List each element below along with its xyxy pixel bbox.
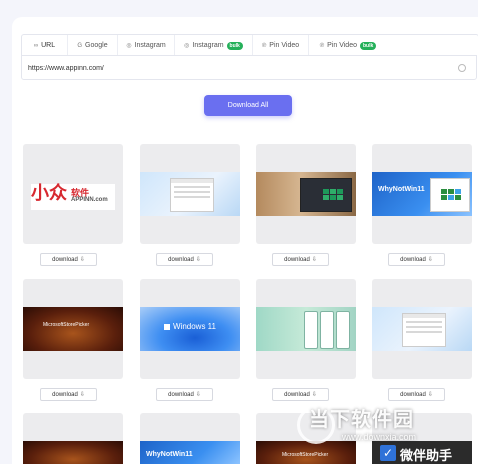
download-button[interactable]: download ⇩ [272,253,329,266]
thumbnail [256,307,356,351]
tab-label: Pin Video [269,42,300,49]
download-button[interactable]: download ⇩ [40,253,97,266]
cloud-download-icon: ⇩ [195,257,201,263]
thumbnail [256,172,356,216]
link-icon: ∞ [33,42,39,49]
thumbnail: MicrosoftStorePicker [256,441,356,464]
instagram-icon: ◎ [126,43,132,49]
appinn-logo-mark: 小众 [31,183,67,204]
download-button[interactable]: download ⇩ [388,253,445,266]
thumbnail: MicrosoftStorePicker [23,307,123,351]
pinterest-icon: ℗ [261,42,267,49]
image-card[interactable] [372,279,472,379]
tab-instagram[interactable]: ◎ Instagram [118,35,175,56]
image-card[interactable] [256,144,356,244]
cloud-download-icon: ⇩ [427,392,433,398]
app-window [300,178,352,212]
cloud-download-icon: ⇩ [79,257,85,263]
tab-label: URL [41,42,56,49]
thumbnail-title: MicrosoftStorePicker [43,322,90,328]
download-button[interactable]: download ⇩ [156,388,213,401]
thumbnail [372,307,472,351]
bulk-badge: bulk [226,41,243,50]
thumbnail: WhyNotWin11 [140,441,240,464]
download-button[interactable]: download ⇩ [156,253,213,266]
download-label: download [168,391,194,398]
image-card[interactable] [23,413,123,464]
download-all-button[interactable]: Download All [204,95,292,116]
appinn-logo-en: APPINN.com [71,197,108,203]
thumbnail: ✓ 微伴助手 [372,441,472,464]
image-card[interactable]: WhyNotWin11 [372,144,472,244]
download-label: download [400,256,426,263]
windows-logo-icon [164,324,170,330]
instagram-icon: ◎ [184,43,190,49]
cloud-download-icon: ⇩ [427,257,433,263]
source-tabs: ∞ URL G Google ◎ Instagram ◎ Instagram b… [21,34,478,56]
url-field [21,55,477,80]
thumbnail-title: Windows 11 [173,322,216,331]
thumbnail: 小众 软件 APPINN.com [31,184,115,210]
tab-pin-video[interactable]: ℗ Pin Video [253,35,309,56]
tab-label: Pin Video [327,42,357,49]
thumbnail [140,172,240,216]
thumbnail: Windows 11 [140,307,240,351]
thumbnail: WhyNotWin11 [372,172,472,216]
tab-label: Instagram [192,42,224,49]
cloud-download-icon: ⇩ [311,392,317,398]
app-window [430,178,470,212]
image-card[interactable]: WhyNotWin11 [140,413,240,464]
cloud-download-icon: ⇩ [79,392,85,398]
image-card[interactable]: 小众 软件 APPINN.com [23,144,123,244]
url-input[interactable] [28,61,448,75]
image-card[interactable] [140,144,240,244]
download-button[interactable]: download ⇩ [388,388,445,401]
thumbnail-title: MicrosoftStorePicker [282,452,329,458]
download-label: download [400,391,426,398]
google-icon: G [77,42,83,49]
thumbnail [23,441,123,464]
download-button[interactable]: download ⇩ [40,388,97,401]
download-label: download [284,391,310,398]
clear-icon[interactable] [458,64,466,72]
pinterest-icon: ℗ [319,42,325,49]
download-label: download [284,256,310,263]
download-button[interactable]: download ⇩ [272,388,329,401]
image-card[interactable]: Windows 11 [140,279,240,379]
cloud-download-icon: ⇩ [195,392,201,398]
page-background-left [0,0,12,464]
bulk-badge: bulk [359,41,377,50]
thumbnail-title: WhyNotWin11 [378,186,425,193]
image-card[interactable]: MicrosoftStorePicker [23,279,123,379]
tab-google[interactable]: G Google [68,35,118,56]
checkbox-icon: ✓ [380,445,396,461]
overlay-title: 微伴助手 [400,448,453,463]
download-label: download [52,256,78,263]
download-label: download [52,391,78,398]
watermark-title: 当下软件园 [309,409,414,431]
tab-label: Instagram [134,42,166,49]
image-card[interactable] [256,279,356,379]
tab-instagram-bulk[interactable]: ◎ Instagram bulk [175,35,253,56]
tab-url[interactable]: ∞ URL [22,35,68,56]
app-window [170,178,214,212]
app-window [402,313,446,347]
download-label: download [168,256,194,263]
thumbnail-title: WhyNotWin11 [146,451,193,458]
watermark-url: www.downxia.com [342,432,417,442]
tab-pin-video-bulk[interactable]: ℗ Pin Video bulk [309,35,387,56]
cloud-download-icon: ⇩ [311,257,317,263]
tab-label: Google [85,42,108,49]
